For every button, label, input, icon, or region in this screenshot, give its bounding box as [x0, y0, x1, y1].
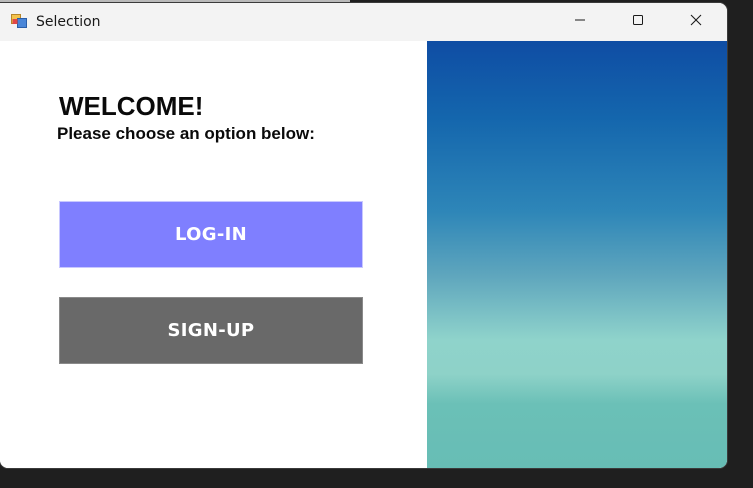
window-content: WELCOME! Please choose an option below: … [0, 41, 727, 468]
instruction-text: Please choose an option below: [57, 124, 315, 143]
signup-button-label: SIGN-UP [167, 320, 255, 341]
selection-panel: WELCOME! Please choose an option below: … [0, 41, 427, 468]
login-button-label: LOG-IN [175, 224, 247, 245]
maximize-button[interactable] [609, 3, 667, 41]
signup-button[interactable]: SIGN-UP [59, 297, 363, 364]
title-bar[interactable]: Selection [0, 3, 727, 41]
gradient-banner [427, 41, 727, 468]
background-strip [0, 0, 350, 2]
close-button[interactable] [667, 3, 725, 41]
minimize-icon [574, 13, 586, 31]
welcome-heading: WELCOME! [59, 91, 204, 121]
minimize-button[interactable] [551, 3, 609, 41]
login-button[interactable]: LOG-IN [59, 201, 363, 268]
selection-window: Selection WELCOME! Please choose an opti… [0, 3, 727, 468]
window-title: Selection [36, 14, 101, 30]
close-icon [690, 13, 702, 31]
maximize-icon [632, 13, 644, 31]
app-form-icon [11, 13, 27, 29]
